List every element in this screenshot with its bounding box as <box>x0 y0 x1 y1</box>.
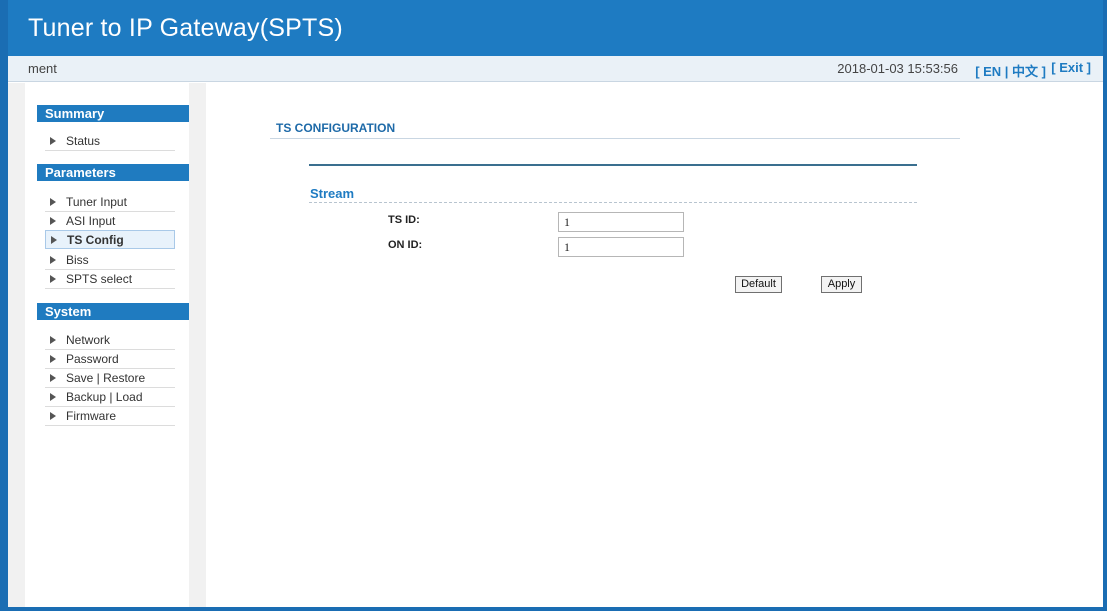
triangle-right-icon <box>50 412 56 420</box>
language-switch[interactable]: [ EN | 中文 ] <box>975 61 1046 80</box>
triangle-right-icon <box>50 217 56 225</box>
triangle-right-icon <box>50 198 56 206</box>
section-parameters-header: Parameters <box>37 164 189 181</box>
ts-id-input[interactable]: 1 <box>558 212 684 232</box>
section-system-header: System <box>37 303 189 320</box>
sidebar-item-backup-load[interactable]: Backup | Load <box>45 388 175 407</box>
ts-id-label: TS ID: <box>388 214 420 226</box>
info-bar: ment 2018-01-03 15:53:56 [ EN | 中文 ] [ E… <box>8 56 1103 82</box>
sidebar-item-network[interactable]: Network <box>45 331 175 350</box>
window-frame-left <box>0 0 8 611</box>
stream-section-title: Stream <box>310 186 355 201</box>
app-header: Tuner to IP Gateway(SPTS) <box>8 0 1103 56</box>
apply-button[interactable]: Apply <box>821 276 862 293</box>
sidebar-item-password[interactable]: Password <box>45 350 175 369</box>
on-id-input[interactable]: 1 <box>558 237 684 257</box>
triangle-right-icon <box>50 355 56 363</box>
on-id-label: ON ID: <box>388 239 423 251</box>
panel-top-divider <box>309 164 917 166</box>
sidebar-item-spts-select[interactable]: SPTS select <box>45 270 175 289</box>
page-title: TS CONFIGURATION <box>276 121 396 135</box>
triangle-right-icon <box>50 256 56 264</box>
triangle-right-icon <box>50 275 56 283</box>
app-title: Tuner to IP Gateway(SPTS) <box>28 14 343 42</box>
exit-link[interactable]: [ Exit ] <box>1051 60 1091 75</box>
sidebar-item-save-restore[interactable]: Save | Restore <box>45 369 175 388</box>
default-button[interactable]: Default <box>735 276 782 293</box>
sidebar-item-status[interactable]: Status <box>45 132 175 151</box>
triangle-right-icon <box>50 393 56 401</box>
sidebar-menu: Summary Status Parameters Tuner Input AS… <box>25 83 189 607</box>
sidebar-item-biss[interactable]: Biss <box>45 251 175 270</box>
triangle-right-icon <box>51 236 57 244</box>
main-content: TS CONFIGURATION Stream TS ID: 1 ON ID: … <box>206 83 1103 607</box>
scrolling-marquee-text: ment <box>28 61 57 76</box>
datetime-display: 2018-01-03 15:53:56 <box>837 61 958 76</box>
sidebar-item-asi-input[interactable]: ASI Input <box>45 212 175 231</box>
sidebar: Summary Status Parameters Tuner Input AS… <box>8 83 206 607</box>
sidebar-item-ts-config[interactable]: TS Config <box>45 230 175 249</box>
section-summary-header: Summary <box>37 105 189 122</box>
triangle-right-icon <box>50 374 56 382</box>
window-frame-right <box>1103 0 1107 611</box>
title-divider <box>270 138 960 139</box>
window-frame-bottom <box>0 607 1107 611</box>
sidebar-item-firmware[interactable]: Firmware <box>45 407 175 426</box>
sidebar-item-tuner-input[interactable]: Tuner Input <box>45 193 175 212</box>
triangle-right-icon <box>50 137 56 145</box>
stream-section-divider <box>309 202 917 203</box>
triangle-right-icon <box>50 336 56 344</box>
